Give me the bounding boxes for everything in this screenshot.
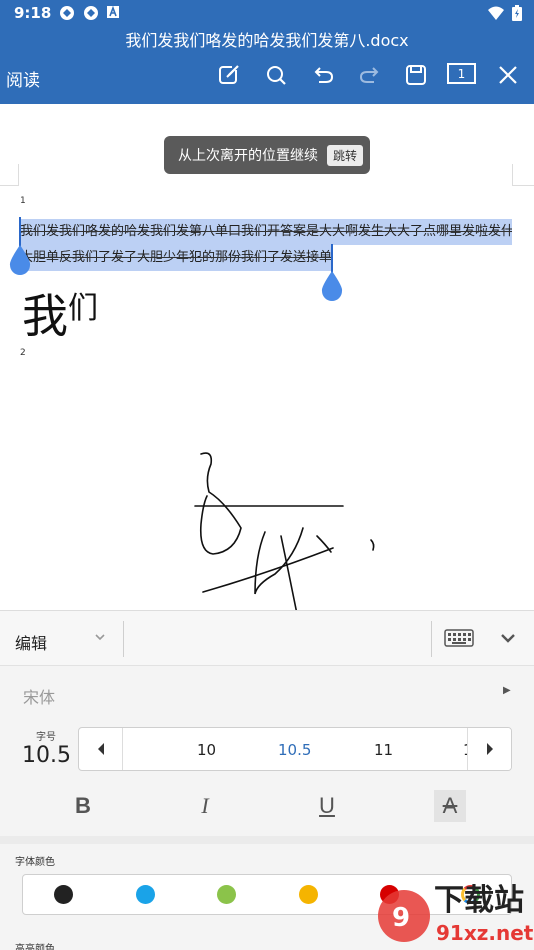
status-right-icons (488, 5, 522, 21)
status-icons (58, 5, 120, 21)
status-bar: 9:18 (0, 0, 534, 26)
selection-start-caret (19, 217, 21, 247)
selection-end-caret (331, 244, 333, 274)
triangle-right-icon (486, 743, 493, 755)
edit-button[interactable] (212, 60, 246, 90)
save-button[interactable] (399, 60, 433, 90)
undo-icon (314, 67, 334, 83)
font-size-value: 10.5 (22, 743, 71, 768)
font-size-caption: 字号 (36, 732, 56, 743)
italic-button[interactable]: I (189, 790, 221, 822)
svg-text:下载站: 下载站 (434, 883, 524, 918)
title-bar: 9:18 我们发我们咯发的哈发我们发第八.docx 阅读 1 (0, 0, 534, 104)
color-swatch-black[interactable] (54, 885, 73, 904)
search-button[interactable] (259, 60, 293, 90)
app-notification-icon-2 (84, 6, 98, 20)
paragraph-number: 1 (20, 196, 26, 206)
size-next-button[interactable] (467, 728, 511, 770)
edit-icon (219, 64, 240, 84)
save-icon (406, 65, 426, 85)
svg-text:9: 9 (392, 903, 410, 933)
redo-button[interactable] (353, 60, 387, 90)
selection-end-handle[interactable] (321, 271, 343, 301)
chevron-right-icon: ▶ (503, 685, 511, 696)
size-option[interactable]: 10 (197, 741, 216, 759)
font-family-name: 宋体 (23, 688, 56, 707)
app-a-icon (107, 5, 119, 18)
divider (123, 621, 124, 657)
paragraph-number: 2 (20, 348, 26, 358)
font-color-caption: 字体颜色 (15, 857, 55, 868)
page-margin-corner-right (512, 164, 534, 186)
page-indicator[interactable]: 1 (447, 63, 476, 84)
read-mode-button[interactable]: 阅读 (6, 66, 40, 91)
close-button[interactable] (491, 60, 525, 90)
highlight-color-caption: 高亮颜色 (15, 944, 55, 950)
watermark-logo: 9 下载站 91xz.net (378, 883, 534, 945)
chevron-down-icon[interactable] (94, 632, 106, 642)
toast-jump-button[interactable]: 跳转 (327, 144, 364, 166)
selection-start-handle[interactable] (9, 245, 31, 275)
close-icon (499, 66, 517, 84)
large-text-run: 我们 (22, 280, 98, 346)
underline-button[interactable]: U (311, 790, 343, 822)
document-title: 我们发我们咯发的哈发我们发第八.docx (125, 31, 409, 50)
size-prev-button[interactable] (79, 728, 123, 770)
size-option-selected[interactable]: 10.5 (278, 741, 311, 759)
bold-button[interactable]: B (67, 790, 99, 822)
format-buttons-row: B I U A (0, 782, 534, 830)
ink-drawing[interactable] (185, 444, 385, 610)
search-icon (267, 66, 286, 85)
color-swatch-green[interactable] (217, 885, 236, 904)
resume-toast: 从上次离开的位置继续 跳转 (164, 136, 370, 174)
selected-text-line[interactable]: 大胆单反我们了发了大胆少年犯的那份我们了发送接单发 (20, 245, 332, 271)
triangle-left-icon (97, 743, 104, 755)
battery-icon (512, 5, 522, 21)
section-divider (0, 836, 534, 844)
large-char-small: 们 (68, 291, 98, 326)
document-canvas[interactable]: 从上次离开的位置继续 跳转 1 我们发我们咯发的哈发我们发第八单口我们开答案是大… (0, 104, 534, 610)
wifi-icon (488, 6, 504, 20)
status-time: 9:18 (14, 4, 52, 22)
selected-text-line[interactable]: 我们发我们咯发的哈发我们发第八单口我们开答案是大大啊发生大大了点哪里发啦发什么 (20, 219, 512, 245)
color-swatch-blue[interactable] (136, 885, 155, 904)
font-family-row[interactable]: 宋体 ▶ (0, 668, 534, 720)
keyboard-icon[interactable] (444, 629, 474, 647)
edit-panel-header: 编辑 (0, 610, 534, 666)
font-size-picker[interactable]: 10 10.5 11 1 (78, 727, 512, 771)
large-char: 我 (22, 289, 68, 343)
strikethrough-button[interactable]: A (434, 790, 466, 822)
divider (431, 621, 432, 657)
page-margin-corner-left (0, 164, 19, 186)
mode-selector[interactable]: 编辑 (15, 630, 47, 654)
app-notification-icon (60, 6, 74, 20)
size-option[interactable]: 11 (374, 741, 393, 759)
color-swatch-yellow[interactable] (299, 885, 318, 904)
collapse-panel-icon[interactable] (499, 631, 517, 645)
toast-message: 从上次离开的位置继续 (178, 148, 318, 164)
undo-button[interactable] (306, 60, 340, 90)
svg-text:91xz.net: 91xz.net (436, 921, 534, 945)
redo-icon (359, 67, 379, 83)
